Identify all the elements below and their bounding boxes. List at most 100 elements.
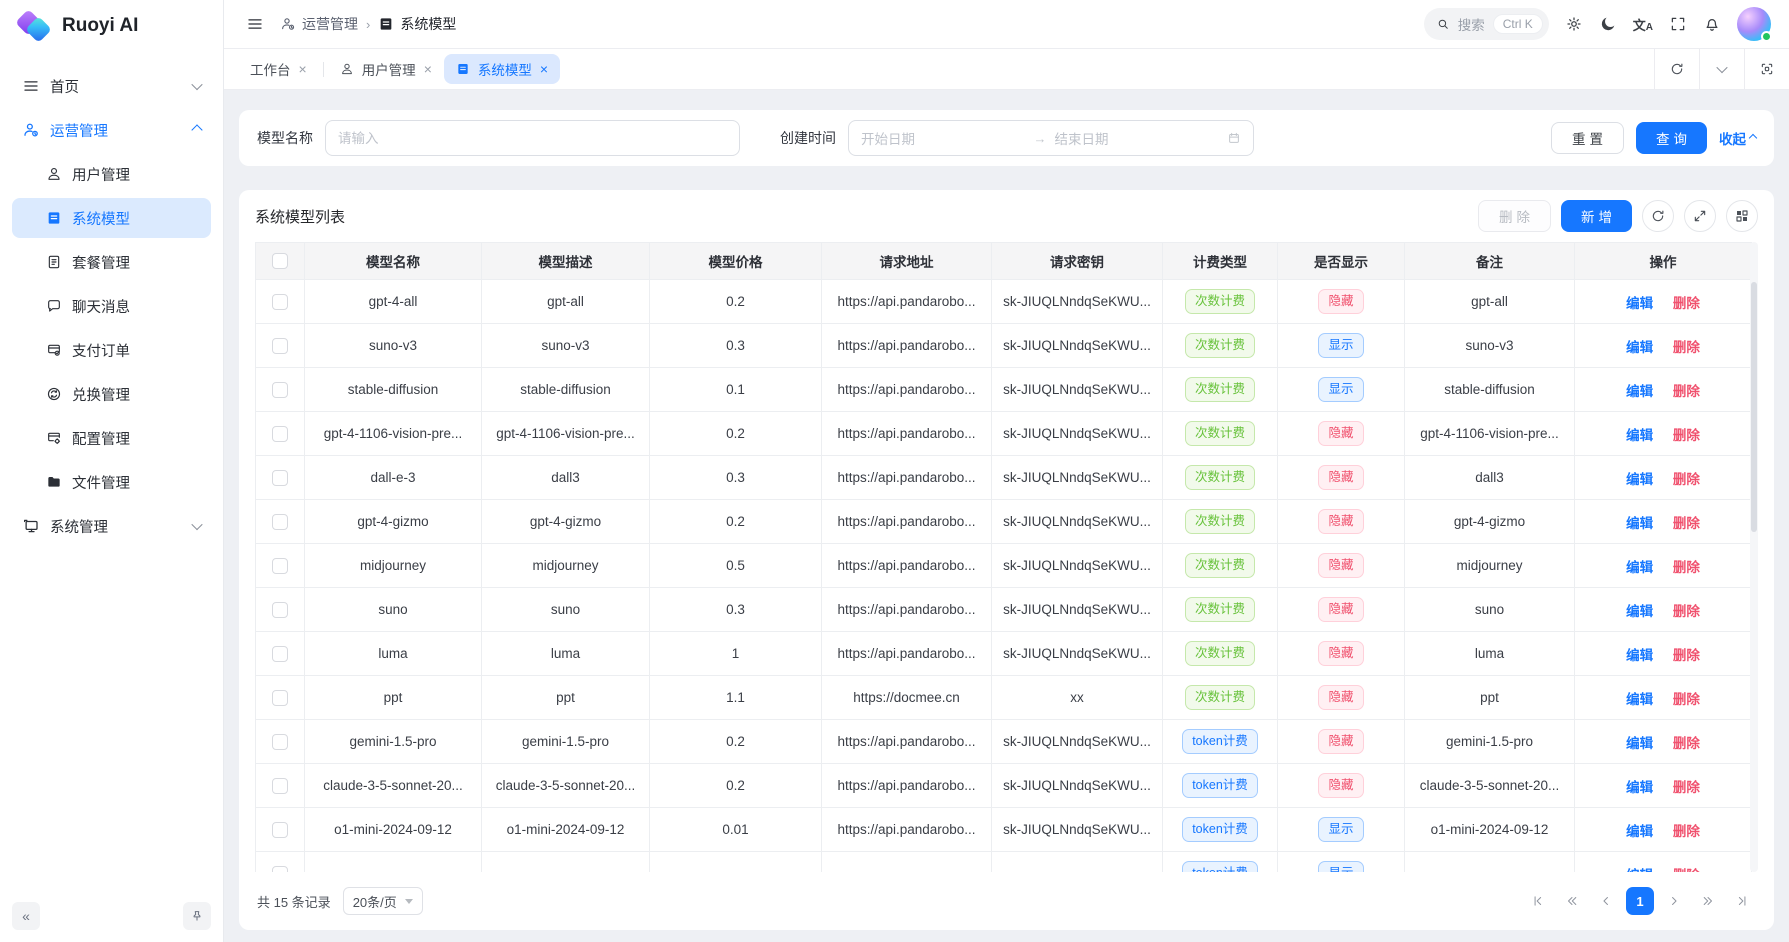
- pagination-next-jump-button[interactable]: [1694, 887, 1722, 915]
- sidebar-item-config[interactable]: 配置管理: [12, 418, 211, 458]
- sidebar-item-chat[interactable]: 聊天消息: [12, 286, 211, 326]
- edit-link[interactable]: 编辑: [1626, 384, 1653, 399]
- delete-link[interactable]: 删除: [1673, 516, 1700, 531]
- fullscreen-icon[interactable]: [1669, 15, 1687, 33]
- refresh-table-button[interactable]: [1642, 200, 1674, 232]
- search-button[interactable]: 查询: [1636, 122, 1707, 154]
- sidebar-item-models[interactable]: 系统模型: [12, 198, 211, 238]
- sidebar-item-system[interactable]: 系统管理: [12, 506, 211, 546]
- delete-link[interactable]: 删除: [1673, 692, 1700, 707]
- edit-link[interactable]: 编辑: [1626, 340, 1653, 355]
- expand-table-button[interactable]: [1684, 200, 1716, 232]
- sidebar-item-exchange[interactable]: 兑换管理: [12, 374, 211, 414]
- add-button[interactable]: 新增: [1561, 200, 1632, 232]
- sidebar-item-operations[interactable]: 运营管理: [12, 110, 211, 150]
- edit-link[interactable]: 编辑: [1626, 428, 1653, 443]
- delete-link[interactable]: 删除: [1673, 340, 1700, 355]
- delete-link[interactable]: 删除: [1673, 648, 1700, 663]
- global-search[interactable]: 搜索 Ctrl K: [1424, 8, 1549, 40]
- bell-icon[interactable]: [1703, 15, 1721, 33]
- row-checkbox[interactable]: [272, 646, 288, 662]
- gear-icon[interactable]: [1565, 15, 1583, 33]
- tab-users[interactable]: 用户管理 ×: [328, 54, 444, 84]
- refresh-tab-button[interactable]: [1654, 49, 1699, 89]
- delete-link[interactable]: 删除: [1673, 428, 1700, 443]
- tab-models[interactable]: 系统模型 ×: [444, 54, 560, 84]
- edit-link[interactable]: 编辑: [1626, 868, 1653, 873]
- row-checkbox[interactable]: [272, 690, 288, 706]
- pagination-prev-jump-button[interactable]: [1558, 887, 1586, 915]
- tab-options-button[interactable]: [1699, 49, 1744, 89]
- pagination-first-button[interactable]: [1524, 887, 1552, 915]
- row-checkbox[interactable]: [272, 514, 288, 530]
- table-row: gpt-4-gizmo gpt-4-gizmo 0.2 https://api.…: [256, 500, 1752, 544]
- breadcrumb-current[interactable]: 系统模型: [378, 14, 456, 34]
- tab-workbench[interactable]: 工作台 ×: [238, 54, 319, 84]
- row-checkbox[interactable]: [272, 338, 288, 354]
- delete-link[interactable]: 删除: [1673, 560, 1700, 575]
- delete-link[interactable]: 删除: [1673, 736, 1700, 751]
- pin-icon: [190, 909, 204, 923]
- row-checkbox[interactable]: [272, 382, 288, 398]
- delete-link[interactable]: 删除: [1673, 868, 1700, 873]
- translate-icon[interactable]: 文A: [1633, 15, 1653, 34]
- sidebar-item-orders[interactable]: 支付订单: [12, 330, 211, 370]
- row-checkbox[interactable]: [272, 602, 288, 618]
- hamburger-icon[interactable]: [246, 15, 264, 33]
- edit-link[interactable]: 编辑: [1626, 648, 1653, 663]
- close-icon[interactable]: ×: [540, 62, 548, 76]
- sidebar-item-packages[interactable]: 套餐管理: [12, 242, 211, 282]
- row-checkbox[interactable]: [272, 558, 288, 574]
- select-all-checkbox[interactable]: [272, 253, 288, 269]
- edit-link[interactable]: 编辑: [1626, 604, 1653, 619]
- pagination-prev-button[interactable]: [1592, 887, 1620, 915]
- moon-icon[interactable]: [1599, 15, 1617, 33]
- edit-link[interactable]: 编辑: [1626, 824, 1653, 839]
- close-icon[interactable]: ×: [424, 62, 432, 76]
- reset-button[interactable]: 重置: [1551, 122, 1624, 154]
- collapse-sidebar-button[interactable]: «: [12, 902, 40, 930]
- delete-link[interactable]: 删除: [1673, 296, 1700, 311]
- table-scrollbar[interactable]: [1750, 242, 1758, 872]
- pagination-next-button[interactable]: [1660, 887, 1688, 915]
- page-size-select[interactable]: 20条/页: [343, 887, 423, 915]
- edit-link[interactable]: 编辑: [1626, 296, 1653, 311]
- edit-link[interactable]: 编辑: [1626, 736, 1653, 751]
- edit-link[interactable]: 编辑: [1626, 560, 1653, 575]
- breadcrumb-parent[interactable]: 运营管理: [280, 14, 358, 34]
- row-checkbox[interactable]: [272, 822, 288, 838]
- model-name-input[interactable]: [325, 120, 740, 156]
- sidebar-item-home[interactable]: 首页: [12, 66, 211, 106]
- chevron-down-icon: [405, 899, 413, 904]
- delete-link[interactable]: 删除: [1673, 384, 1700, 399]
- edit-link[interactable]: 编辑: [1626, 516, 1653, 531]
- row-checkbox[interactable]: [272, 778, 288, 794]
- row-checkbox[interactable]: [272, 426, 288, 442]
- pagination-last-button[interactable]: [1728, 887, 1756, 915]
- avatar[interactable]: [1737, 7, 1771, 41]
- edit-link[interactable]: 编辑: [1626, 780, 1653, 795]
- maximize-content-button[interactable]: [1744, 49, 1789, 89]
- edit-link[interactable]: 编辑: [1626, 472, 1653, 487]
- row-checkbox[interactable]: [272, 866, 288, 872]
- row-checkbox[interactable]: [272, 734, 288, 750]
- delete-link[interactable]: 删除: [1673, 472, 1700, 487]
- pagination-page-1[interactable]: 1: [1626, 887, 1654, 915]
- display-status-badge: 隐藏: [1318, 685, 1363, 709]
- collapse-filter-link[interactable]: 收起: [1719, 128, 1756, 148]
- column-settings-button[interactable]: [1726, 200, 1758, 232]
- row-checkbox[interactable]: [272, 294, 288, 310]
- pin-sidebar-button[interactable]: [183, 902, 211, 930]
- close-icon[interactable]: ×: [299, 62, 307, 76]
- sidebar-item-users[interactable]: 用户管理: [12, 154, 211, 194]
- calendar-icon: [1227, 131, 1241, 145]
- scrollbar-thumb[interactable]: [1751, 282, 1757, 532]
- edit-link[interactable]: 编辑: [1626, 692, 1653, 707]
- delete-button[interactable]: 删除: [1478, 200, 1551, 232]
- sidebar-item-files[interactable]: 文件管理: [12, 462, 211, 502]
- delete-link[interactable]: 删除: [1673, 604, 1700, 619]
- delete-link[interactable]: 删除: [1673, 824, 1700, 839]
- date-range-picker[interactable]: 开始日期 → 结束日期: [848, 120, 1254, 156]
- row-checkbox[interactable]: [272, 470, 288, 486]
- delete-link[interactable]: 删除: [1673, 780, 1700, 795]
